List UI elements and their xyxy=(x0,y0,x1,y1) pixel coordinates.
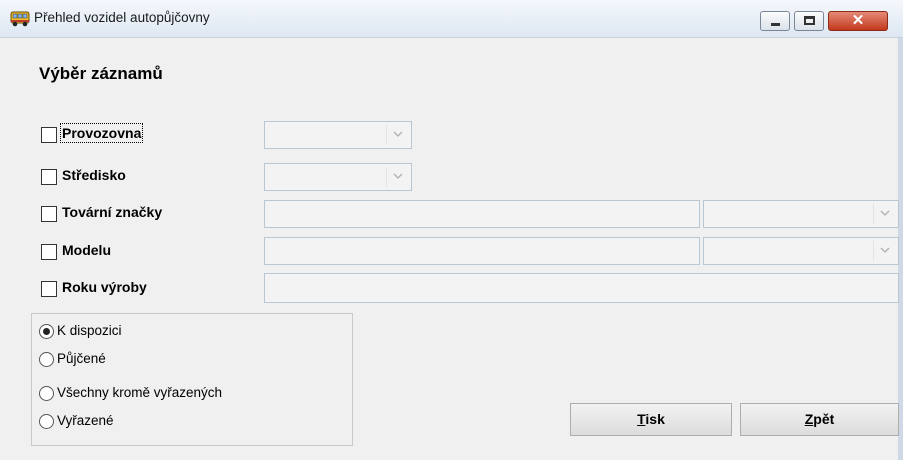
tovarni-znacky-field[interactable] xyxy=(264,200,700,228)
tovarni-znacky-select[interactable] xyxy=(703,200,899,228)
app-window: Přehled vozidel autopůjčovny ✕ Výběr záz… xyxy=(0,0,903,460)
filter-label: Modelu xyxy=(62,242,111,258)
checkbox[interactable] xyxy=(41,206,57,222)
maximize-icon xyxy=(804,16,815,25)
maximize-button[interactable] xyxy=(794,11,824,31)
stredisko-select[interactable] xyxy=(264,163,412,191)
radio-label: Vyřazené xyxy=(57,413,114,428)
roku-vyroby-field[interactable] xyxy=(264,273,899,303)
close-button[interactable]: ✕ xyxy=(828,11,888,31)
radio-label: Půjčené xyxy=(57,351,106,366)
checkbox[interactable] xyxy=(41,281,57,297)
window-title: Přehled vozidel autopůjčovny xyxy=(34,10,210,25)
checkbox[interactable] xyxy=(41,169,57,185)
modelu-select[interactable] xyxy=(703,237,899,265)
minimize-icon xyxy=(771,23,780,26)
checkbox[interactable] xyxy=(41,127,57,143)
title-bar[interactable]: Přehled vozidel autopůjčovny ✕ xyxy=(0,0,903,38)
chevron-down-icon[interactable] xyxy=(873,204,895,224)
modelu-field[interactable] xyxy=(264,237,700,265)
minimize-button[interactable] xyxy=(760,11,790,31)
close-icon: ✕ xyxy=(851,12,865,29)
radio-button[interactable] xyxy=(39,324,54,339)
back-button[interactable]: Zpět xyxy=(740,403,899,436)
provozovna-select[interactable] xyxy=(264,121,412,149)
chevron-down-icon[interactable] xyxy=(386,125,408,145)
back-accesskey: Z xyxy=(804,411,814,427)
print-button[interactable]: Tisk xyxy=(570,403,732,436)
radio-label: Všechny kromě vyřazených xyxy=(57,385,223,400)
back-label: pět xyxy=(813,411,835,427)
radio-button[interactable] xyxy=(39,414,54,429)
filter-label: Tovární značky xyxy=(62,204,163,220)
page-title: Výběr záznamů xyxy=(39,64,163,83)
chevron-down-icon[interactable] xyxy=(386,167,408,187)
checkbox[interactable] xyxy=(41,244,57,260)
chevron-down-icon[interactable] xyxy=(873,241,895,261)
filter-label: Roku výroby xyxy=(62,279,147,295)
radio-button[interactable] xyxy=(39,386,54,401)
radio-label: K dispozici xyxy=(57,323,122,338)
radio-button[interactable] xyxy=(39,352,54,367)
bus-icon xyxy=(10,10,30,28)
filter-label: Středisko xyxy=(62,167,126,183)
filter-label: Provozovna xyxy=(59,123,144,143)
print-label: isk xyxy=(645,411,665,427)
